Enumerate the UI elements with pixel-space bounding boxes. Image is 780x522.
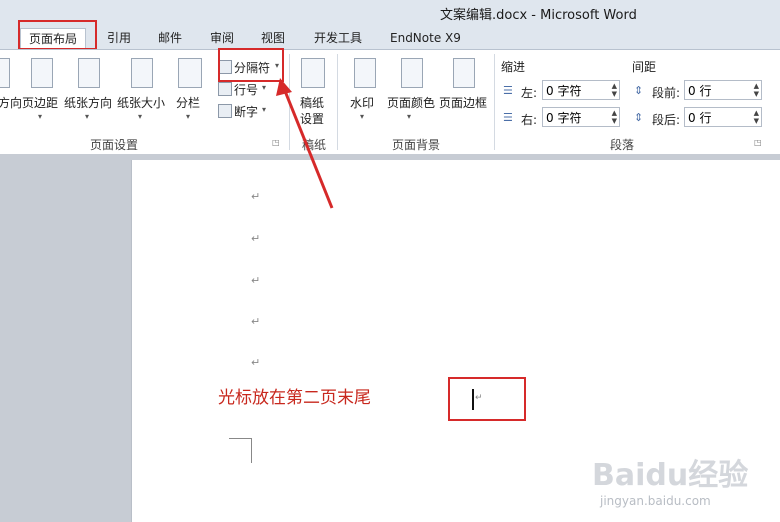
annotation-arrow [276, 78, 334, 209]
watermark-url: jingyan.baidu.com [600, 494, 711, 508]
baidu-watermark: Baidu经验 jingyan.baidu.com [592, 450, 752, 516]
watermark-brand: Baidu经验 [592, 458, 749, 493]
arrow-head [276, 78, 292, 96]
arrow-shaft [283, 90, 334, 209]
